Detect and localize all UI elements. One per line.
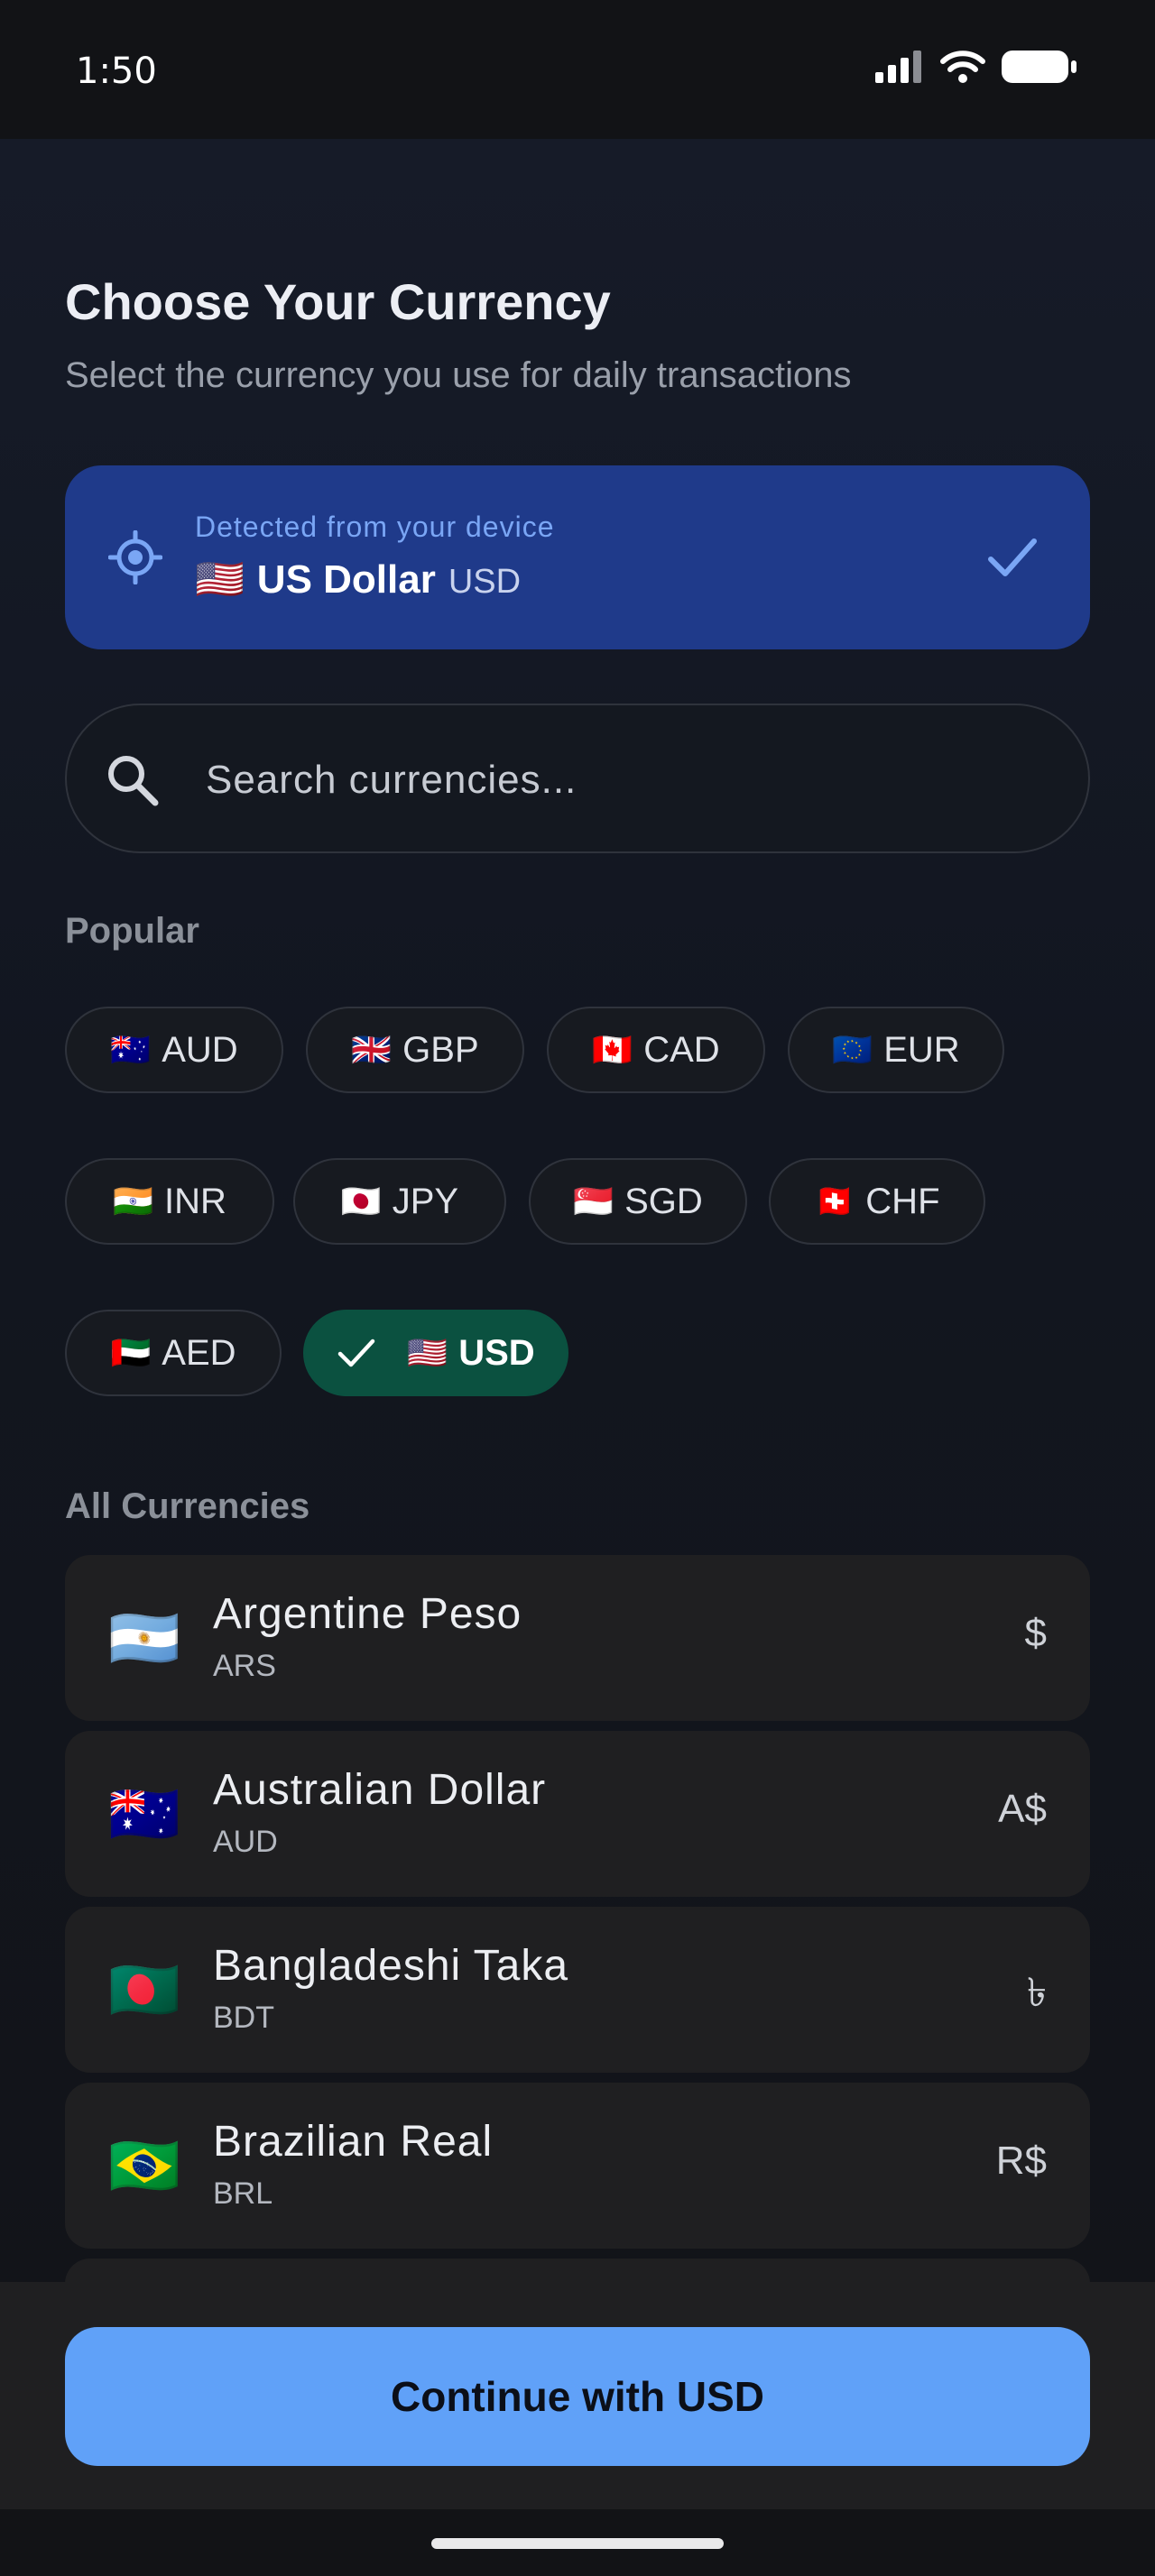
uae-flag-icon: 🇦🇪 bbox=[110, 1334, 152, 1371]
switzerland-flag-icon: 🇨🇭 bbox=[814, 1182, 855, 1219]
all-currencies-label: All Currencies bbox=[65, 1486, 310, 1526]
currency-row-aud[interactable]: 🇦🇺 Australian Dollar AUD A$ bbox=[65, 1731, 1090, 1897]
currency-row-brl[interactable]: 🇧🇷 Brazilian Real BRL R$ bbox=[65, 2083, 1090, 2249]
eu-flag-icon: 🇪🇺 bbox=[832, 1031, 873, 1068]
chip-aud[interactable]: 🇦🇺 AUD bbox=[65, 1007, 283, 1093]
detected-currency-code: USD bbox=[448, 563, 522, 601]
bottom-action-panel: Continue with USD bbox=[0, 2282, 1155, 2509]
search-icon bbox=[108, 756, 159, 806]
chip-jpy[interactable]: 🇯🇵 JPY bbox=[293, 1158, 506, 1245]
singapore-flag-icon: 🇸🇬 bbox=[573, 1182, 614, 1219]
currency-name: Argentine Peso bbox=[213, 1590, 522, 1638]
navigation-bar bbox=[0, 2509, 1155, 2576]
continue-button[interactable]: Continue with USD bbox=[65, 2327, 1090, 2466]
currency-name: Bangladeshi Taka bbox=[213, 1942, 569, 1990]
chip-code: CAD bbox=[643, 1029, 720, 1070]
currency-code: BDT bbox=[213, 2001, 274, 2035]
chip-code: INR bbox=[163, 1181, 226, 1221]
chip-gbp[interactable]: 🇬🇧 GBP bbox=[306, 1007, 524, 1093]
chip-sgd[interactable]: 🇸🇬 SGD bbox=[529, 1158, 747, 1245]
chip-code: CHF bbox=[865, 1181, 940, 1221]
signal-icon bbox=[875, 51, 921, 83]
chip-code: AED bbox=[162, 1332, 236, 1373]
detected-currency: 🇺🇸 US Dollar USD bbox=[195, 556, 521, 603]
australia-flag-icon: 🇦🇺 bbox=[110, 1031, 152, 1068]
us-flag-icon: 🇺🇸 bbox=[407, 1334, 448, 1371]
us-flag-icon: 🇺🇸 bbox=[195, 557, 245, 602]
chip-code: SGD bbox=[624, 1181, 703, 1221]
search-input[interactable] bbox=[206, 741, 1018, 819]
currency-code: ARS bbox=[213, 1649, 276, 1683]
location-target-icon bbox=[108, 530, 162, 584]
detected-caption: Detected from your device bbox=[195, 511, 555, 543]
battery-icon bbox=[1002, 51, 1076, 83]
page-subtitle: Select the currency you use for daily tr… bbox=[65, 355, 852, 395]
checkmark-icon bbox=[338, 1339, 375, 1367]
australia-flag-icon: 🇦🇺 bbox=[108, 1781, 180, 1846]
chip-inr[interactable]: 🇮🇳 INR bbox=[65, 1158, 274, 1245]
brazil-flag-icon: 🇧🇷 bbox=[108, 2133, 180, 2198]
chip-eur[interactable]: 🇪🇺 EUR bbox=[788, 1007, 1004, 1093]
canada-flag-icon: 🇨🇦 bbox=[592, 1031, 633, 1068]
currency-screen: Choose Your Currency Select the currency… bbox=[0, 139, 1155, 2424]
bangladesh-flag-icon: 🇧🇩 bbox=[108, 1957, 180, 2022]
argentina-flag-icon: 🇦🇷 bbox=[108, 1605, 180, 1670]
chip-cad[interactable]: 🇨🇦 CAD bbox=[547, 1007, 765, 1093]
currency-name: Australian Dollar bbox=[213, 1766, 547, 1814]
currency-code: BRL bbox=[213, 2176, 273, 2211]
japan-flag-icon: 🇯🇵 bbox=[340, 1182, 382, 1219]
currency-symbol: R$ bbox=[995, 2139, 1047, 2183]
chip-code: USD bbox=[458, 1332, 535, 1373]
india-flag-icon: 🇮🇳 bbox=[113, 1182, 153, 1219]
chip-code: AUD bbox=[162, 1029, 238, 1070]
chip-usd-selected[interactable]: 🇺🇸 USD bbox=[303, 1310, 568, 1396]
chip-code: GBP bbox=[402, 1029, 479, 1070]
checkmark-icon bbox=[988, 538, 1037, 576]
status-time: 1:50 bbox=[76, 51, 157, 92]
currency-row-ars[interactable]: 🇦🇷 Argentine Peso ARS $ bbox=[65, 1555, 1090, 1721]
status-icons bbox=[875, 49, 1077, 85]
chip-code: EUR bbox=[883, 1029, 960, 1070]
detected-currency-card[interactable]: Detected from your device 🇺🇸 US Dollar U… bbox=[65, 465, 1090, 649]
detected-currency-name: US Dollar bbox=[256, 557, 436, 602]
status-bar: 1:50 bbox=[0, 0, 1155, 139]
chip-aed[interactable]: 🇦🇪 AED bbox=[65, 1310, 282, 1396]
chip-code: JPY bbox=[392, 1181, 459, 1221]
page-title: Choose Your Currency bbox=[65, 273, 611, 330]
chip-chf[interactable]: 🇨🇭 CHF bbox=[769, 1158, 985, 1245]
popular-section-label: Popular bbox=[65, 911, 199, 951]
search-bar[interactable] bbox=[65, 704, 1090, 853]
currency-symbol: $ bbox=[1024, 1611, 1047, 1655]
currency-symbol: ৳ bbox=[1027, 1971, 1047, 2015]
home-indicator[interactable] bbox=[431, 2538, 724, 2549]
wifi-icon bbox=[940, 51, 985, 83]
currency-name: Brazilian Real bbox=[213, 2118, 494, 2166]
currency-symbol: A$ bbox=[998, 1787, 1047, 1831]
currency-code: AUD bbox=[213, 1825, 278, 1859]
currency-row-bdt[interactable]: 🇧🇩 Bangladeshi Taka BDT ৳ bbox=[65, 1907, 1090, 2073]
uk-flag-icon: 🇬🇧 bbox=[351, 1031, 393, 1068]
